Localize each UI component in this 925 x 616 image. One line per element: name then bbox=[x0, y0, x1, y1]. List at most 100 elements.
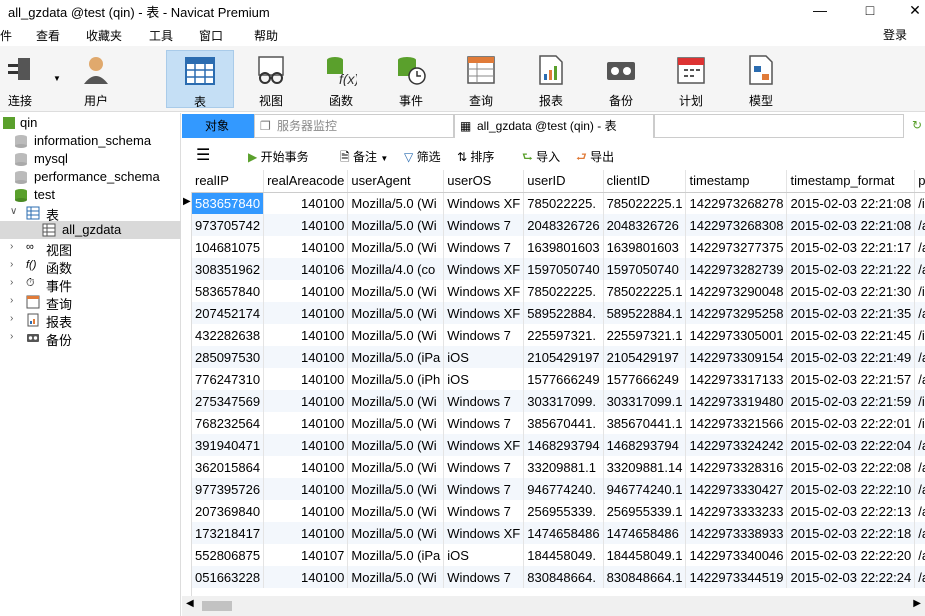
tree-db-performance-schema[interactable]: performance_schema bbox=[0, 168, 181, 186]
column-header-userid[interactable]: userID bbox=[523, 170, 604, 193]
grid-cell-pag[interactable]: /inf bbox=[914, 390, 925, 412]
grid-cell-useros[interactable]: Windows 7 bbox=[443, 324, 525, 346]
grid-cell-useragent[interactable]: Mozilla/5.0 (Wi bbox=[347, 566, 445, 588]
chevron-right-icon[interactable]: › bbox=[10, 313, 13, 324]
scroll-right-icon[interactable]: ▶ bbox=[913, 598, 921, 609]
toolbar-report-button[interactable]: 报表 bbox=[517, 50, 585, 108]
table-row[interactable]: 776247310 140100 Mozilla/5.0 (iPh iOS 157766… bbox=[192, 368, 925, 390]
menu-view[interactable]: 查看 bbox=[36, 27, 60, 44]
toolbar-query-button[interactable]: 查询 bbox=[447, 50, 515, 108]
table-row[interactable]: 362015864 140100 Mozilla/5.0 (Wi Windows 73… bbox=[192, 456, 925, 478]
grid-cell-useros[interactable]: Windows 7 bbox=[443, 500, 525, 522]
grid-cell-timestamp[interactable]: 1422973340046 bbox=[685, 544, 788, 566]
grid-cell-realareacode[interactable]: 140100 bbox=[263, 500, 349, 522]
grid-cell-realareacode[interactable]: 140100 bbox=[263, 412, 349, 434]
grid-cell-clientid[interactable]: 1474658486 bbox=[603, 522, 687, 544]
grid-cell-useragent[interactable]: Mozilla/5.0 (Wi bbox=[347, 390, 445, 412]
grid-cell-userid[interactable]: 1639801603 bbox=[523, 236, 604, 258]
grid-cell-useros[interactable]: iOS bbox=[443, 346, 525, 368]
grid-cell-userid[interactable]: 785022225. bbox=[523, 192, 604, 214]
grid-cell-realip[interactable]: 207369840 bbox=[192, 500, 265, 522]
grid-cell-pag[interactable]: /as bbox=[914, 434, 925, 456]
grid-cell-timestamp[interactable]: 1422973277375 bbox=[685, 236, 788, 258]
row-selector-column[interactable]: ▶ bbox=[182, 192, 192, 596]
grid-cell-pag[interactable]: /as bbox=[914, 566, 925, 588]
grid-cell-useros[interactable]: Windows 7 bbox=[443, 390, 525, 412]
grid-cell-pag[interactable]: /as bbox=[914, 236, 925, 258]
chevron-right-icon[interactable]: › bbox=[10, 295, 13, 306]
grid-cell-useragent[interactable]: Mozilla/5.0 (Wi bbox=[347, 500, 445, 522]
grid-cell-clientid[interactable]: 1597050740 bbox=[603, 258, 687, 280]
grid-cell-clientid[interactable]: 303317099.1 bbox=[603, 390, 687, 412]
grid-cell-timestamp[interactable]: 1422973282739 bbox=[685, 258, 788, 280]
grid-cell-userid[interactable]: 1597050740 bbox=[523, 258, 604, 280]
toolbar-schedule-button[interactable]: 计划 bbox=[657, 50, 725, 108]
toolbar-event-button[interactable]: 事件 bbox=[377, 50, 445, 108]
grid-cell-useragent[interactable]: Mozilla/5.0 (Wi bbox=[347, 236, 445, 258]
grid-cell-useragent[interactable]: Mozilla/5.0 (Wi bbox=[347, 302, 445, 324]
grid-cell-clientid[interactable]: 33209881.14 bbox=[603, 456, 687, 478]
grid-cell-realip[interactable]: 308351962 bbox=[192, 258, 265, 280]
grid-cell-useragent[interactable]: Mozilla/5.0 (Wi bbox=[347, 456, 445, 478]
grid-cell-pag[interactable]: /as bbox=[914, 302, 925, 324]
grid-cell-userid[interactable]: 830848664. bbox=[523, 566, 604, 588]
grid-cell-useragent[interactable]: Mozilla/5.0 (iPh bbox=[347, 368, 445, 390]
grid-cell-timestamp[interactable]: 1422973344519 bbox=[685, 566, 788, 588]
grid-cell-useros[interactable]: iOS bbox=[443, 368, 525, 390]
grid-cell-clientid[interactable]: 785022225.1 bbox=[603, 280, 687, 302]
grid-cell-timestamp[interactable]: 1422973319480 bbox=[685, 390, 788, 412]
grid-cell-realareacode[interactable]: 140100 bbox=[263, 280, 349, 302]
table-row[interactable]: 391940471 140100 Mozilla/5.0 (Wi Windows XF… bbox=[192, 434, 925, 456]
grid-cell-pag[interactable]: /as bbox=[914, 478, 925, 500]
grid-cell-userid[interactable]: 184458049. bbox=[523, 544, 604, 566]
grid-cell-timestamp[interactable]: 1422973330427 bbox=[685, 478, 788, 500]
grid-cell-realareacode[interactable]: 140100 bbox=[263, 390, 349, 412]
grid-cell-realip[interactable]: 391940471 bbox=[192, 434, 265, 456]
grid-cell-timestamp_format[interactable]: 2015-02-03 22:22:13 bbox=[786, 500, 916, 522]
grid-cell-realareacode[interactable]: 140100 bbox=[263, 214, 349, 236]
grid-cell-useragent[interactable]: Mozilla/5.0 (Wi bbox=[347, 192, 445, 214]
grid-cell-timestamp_format[interactable]: 2015-02-03 22:21:08 bbox=[786, 214, 916, 236]
grid-cell-realareacode[interactable]: 140100 bbox=[263, 236, 349, 258]
grid-cell-useros[interactable]: Windows XF bbox=[443, 522, 525, 544]
grid-cell-timestamp_format[interactable]: 2015-02-03 22:22:01 bbox=[786, 412, 916, 434]
grid-cell-timestamp_format[interactable]: 2015-02-03 22:22:20 bbox=[786, 544, 916, 566]
grid-cell-clientid[interactable]: 184458049.1 bbox=[603, 544, 687, 566]
grid-cell-useros[interactable]: Windows XF bbox=[443, 302, 525, 324]
grid-cell-clientid[interactable]: 1577666249 bbox=[603, 368, 687, 390]
tree-group-tables[interactable]: ∨ 表 bbox=[0, 204, 181, 223]
grid-cell-clientid[interactable]: 830848664.1 bbox=[603, 566, 687, 588]
grid-cell-useros[interactable]: Windows 7 bbox=[443, 236, 525, 258]
table-row[interactable]: 207369840 140100 Mozilla/5.0 (Wi Windows 7 2… bbox=[192, 500, 925, 522]
grid-cell-realip[interactable]: 173218417 bbox=[192, 522, 265, 544]
chevron-right-icon[interactable]: › bbox=[10, 331, 13, 342]
grid-cell-useragent[interactable]: Mozilla/5.0 (Wi bbox=[347, 214, 445, 236]
grid-cell-userid[interactable]: 589522884. bbox=[523, 302, 604, 324]
table-row[interactable]: 552806875 140107 Mozilla/5.0 (iPa iOS 184458… bbox=[192, 544, 925, 566]
grid-cell-realareacode[interactable]: 140100 bbox=[263, 346, 349, 368]
grid-cell-realareacode[interactable]: 140100 bbox=[263, 302, 349, 324]
grid-cell-realip[interactable]: 973705742 bbox=[192, 214, 265, 236]
grid-cell-userid[interactable]: 303317099. bbox=[523, 390, 604, 412]
grid-cell-clientid[interactable]: 2105429197 bbox=[603, 346, 687, 368]
grid-cell-timestamp[interactable]: 1422973309154 bbox=[685, 346, 788, 368]
column-header-clientid[interactable]: clientID bbox=[603, 170, 687, 193]
tree-connection[interactable]: qin bbox=[0, 114, 181, 132]
grid-cell-timestamp[interactable]: 1422973295258 bbox=[685, 302, 788, 324]
column-header-realip[interactable]: realIP bbox=[192, 170, 265, 193]
grid-cell-useros[interactable]: Windows 7 bbox=[443, 456, 525, 478]
grid-cell-pag[interactable]: /as bbox=[914, 522, 925, 544]
toolbar-model-button[interactable]: 模型 bbox=[727, 50, 795, 108]
toolbar-connect-button[interactable]: 连接 bbox=[0, 50, 54, 108]
grid-cell-pag[interactable]: /inf bbox=[914, 192, 925, 214]
memo-button[interactable]: 🗎 备注 ▼ bbox=[340, 148, 388, 169]
scroll-left-icon[interactable]: ◀ bbox=[186, 598, 194, 609]
tab-table-all-gzdata[interactable]: ▦ all_gzdata @test (qin) - 表 bbox=[454, 114, 654, 138]
grid-cell-timestamp_format[interactable]: 2015-02-03 22:21:08 bbox=[786, 192, 916, 214]
grid-cell-timestamp[interactable]: 1422973268278 bbox=[685, 192, 788, 214]
grid-cell-useragent[interactable]: Mozilla/5.0 (Wi bbox=[347, 522, 445, 544]
column-header-timestamp[interactable]: timestamp bbox=[685, 170, 788, 193]
grid-cell-pag[interactable]: /as bbox=[914, 214, 925, 236]
menu-window[interactable]: 窗口 bbox=[199, 27, 223, 44]
grid-cell-timestamp_format[interactable]: 2015-02-03 22:22:08 bbox=[786, 456, 916, 478]
